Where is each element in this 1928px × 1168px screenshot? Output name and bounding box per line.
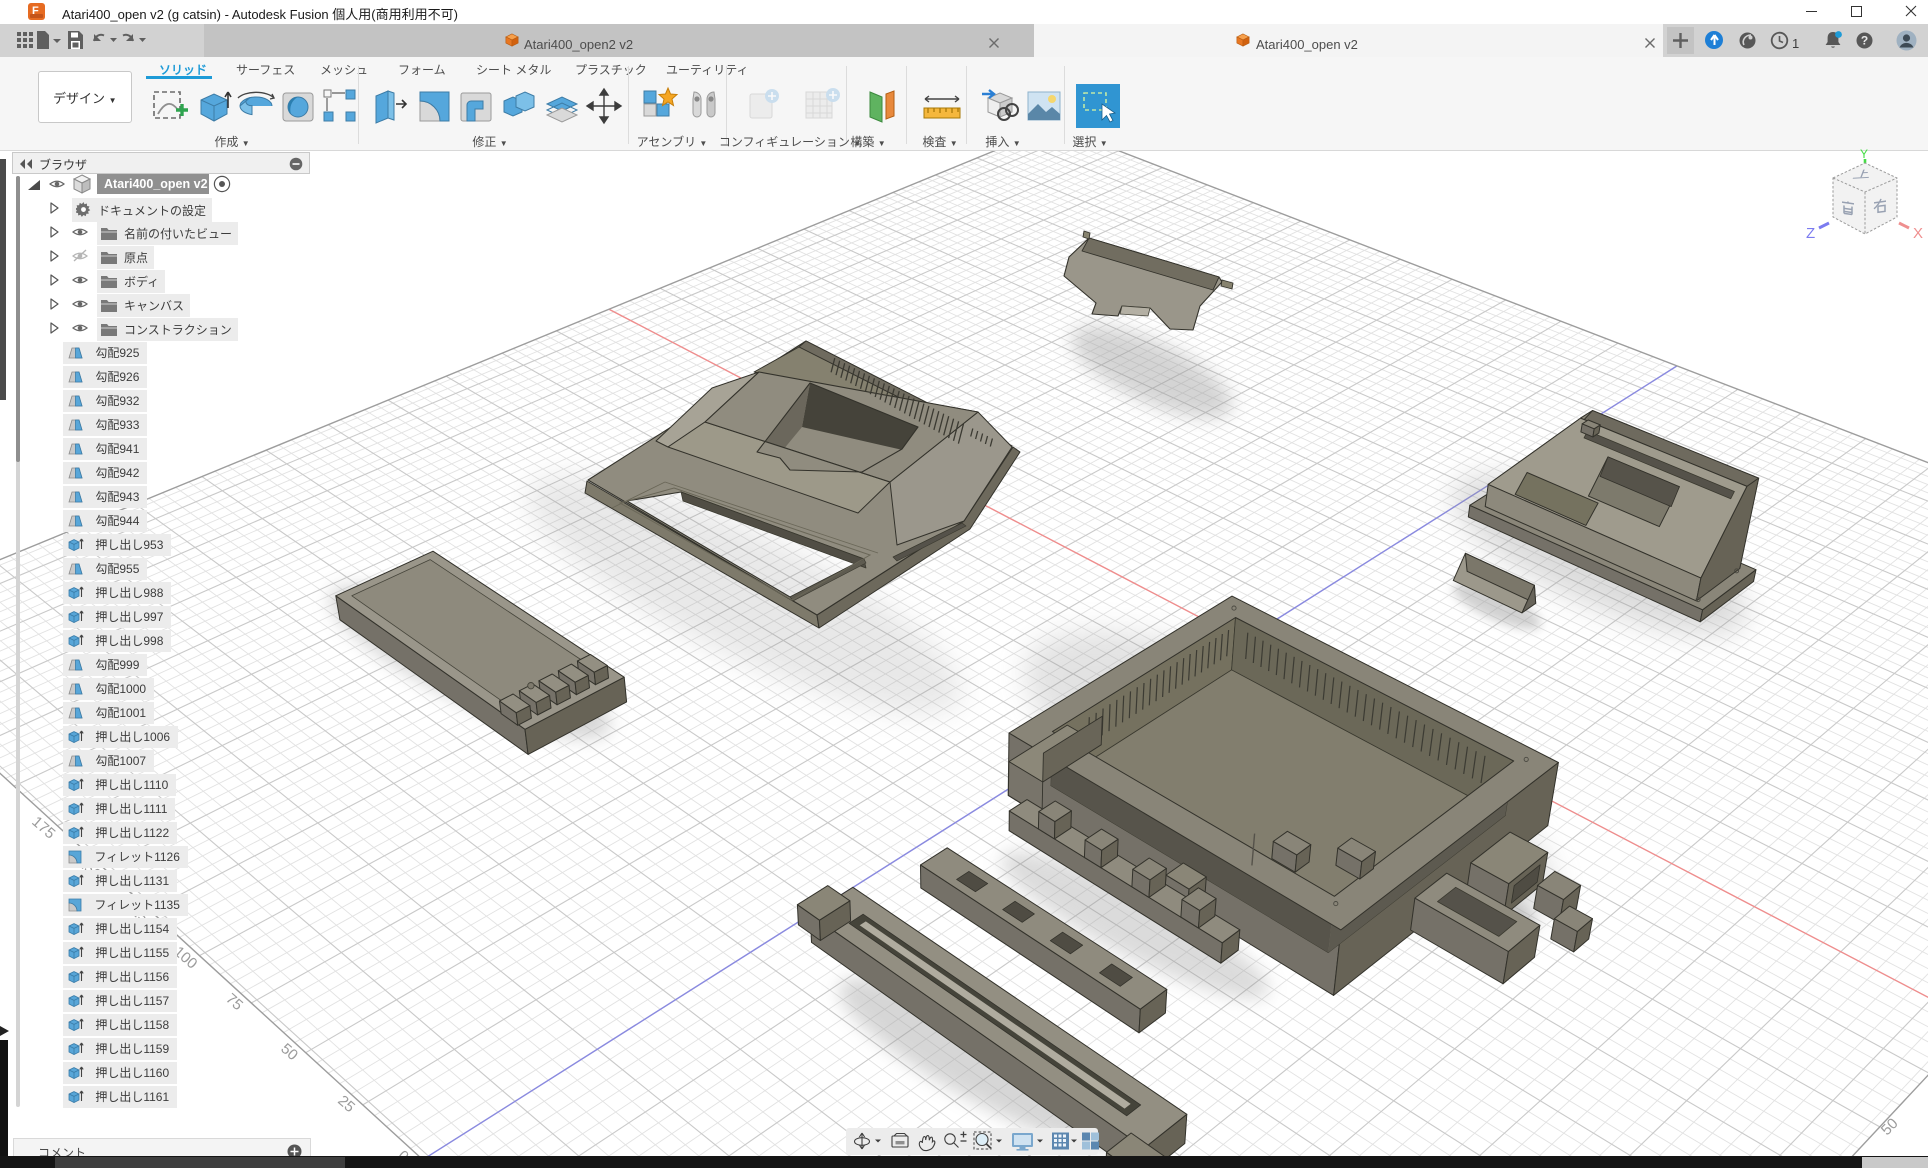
svg-text:?: ?: [1861, 34, 1868, 48]
svg-text:Z: Z: [1806, 225, 1815, 242]
svg-text:Y: Y: [1860, 147, 1868, 161]
svg-text:X: X: [1913, 225, 1923, 242]
